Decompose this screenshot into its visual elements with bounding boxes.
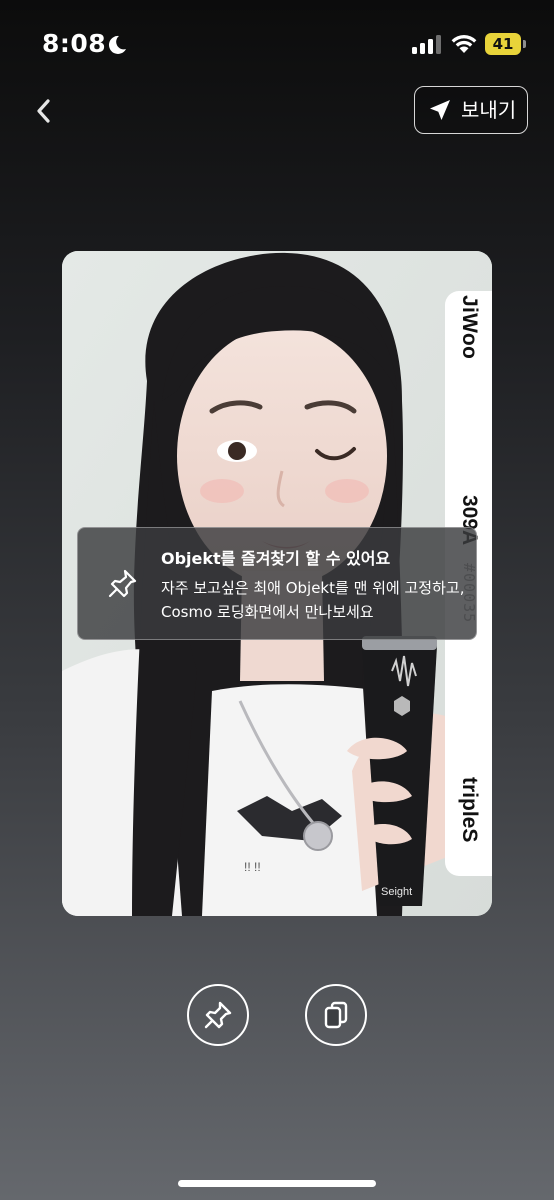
signal-icon	[412, 35, 441, 54]
tooltip-title: Objekt를 즐겨찾기 할 수 있어요	[161, 549, 391, 568]
pin-icon	[108, 569, 137, 598]
svg-text:Seight: Seight	[381, 886, 412, 898]
status-time: 8:08	[42, 29, 107, 58]
status-bar: 8:08 41	[0, 0, 554, 90]
send-button[interactable]: 보내기	[414, 86, 528, 134]
favorite-tooltip[interactable]: Objekt를 즐겨찾기 할 수 있어요 자주 보고싶은 최애 Objekt를 …	[77, 527, 477, 640]
copy-button[interactable]	[305, 984, 367, 1046]
home-indicator	[178, 1180, 376, 1187]
battery-nub	[523, 40, 526, 48]
tooltip-body: 자주 보고싶은 최애 Objekt를 맨 위에 고정하고, Cosmo 로딩화면…	[161, 579, 465, 621]
battery-level: 41	[485, 33, 521, 55]
pin-icon	[204, 1001, 232, 1029]
pin-button[interactable]	[187, 984, 249, 1046]
moon-icon	[108, 35, 126, 54]
send-arrow-icon	[430, 100, 450, 120]
battery-icon: 41	[485, 33, 529, 55]
chevron-left-icon	[37, 99, 50, 123]
back-button[interactable]	[28, 94, 62, 128]
group-name: tripleS	[458, 777, 481, 843]
copy-icon	[324, 1001, 348, 1029]
send-label: 보내기	[461, 98, 517, 122]
wifi-icon	[451, 35, 477, 53]
svg-text:!! !!: !! !!	[244, 860, 261, 874]
member-name: JiWoo	[458, 295, 481, 360]
